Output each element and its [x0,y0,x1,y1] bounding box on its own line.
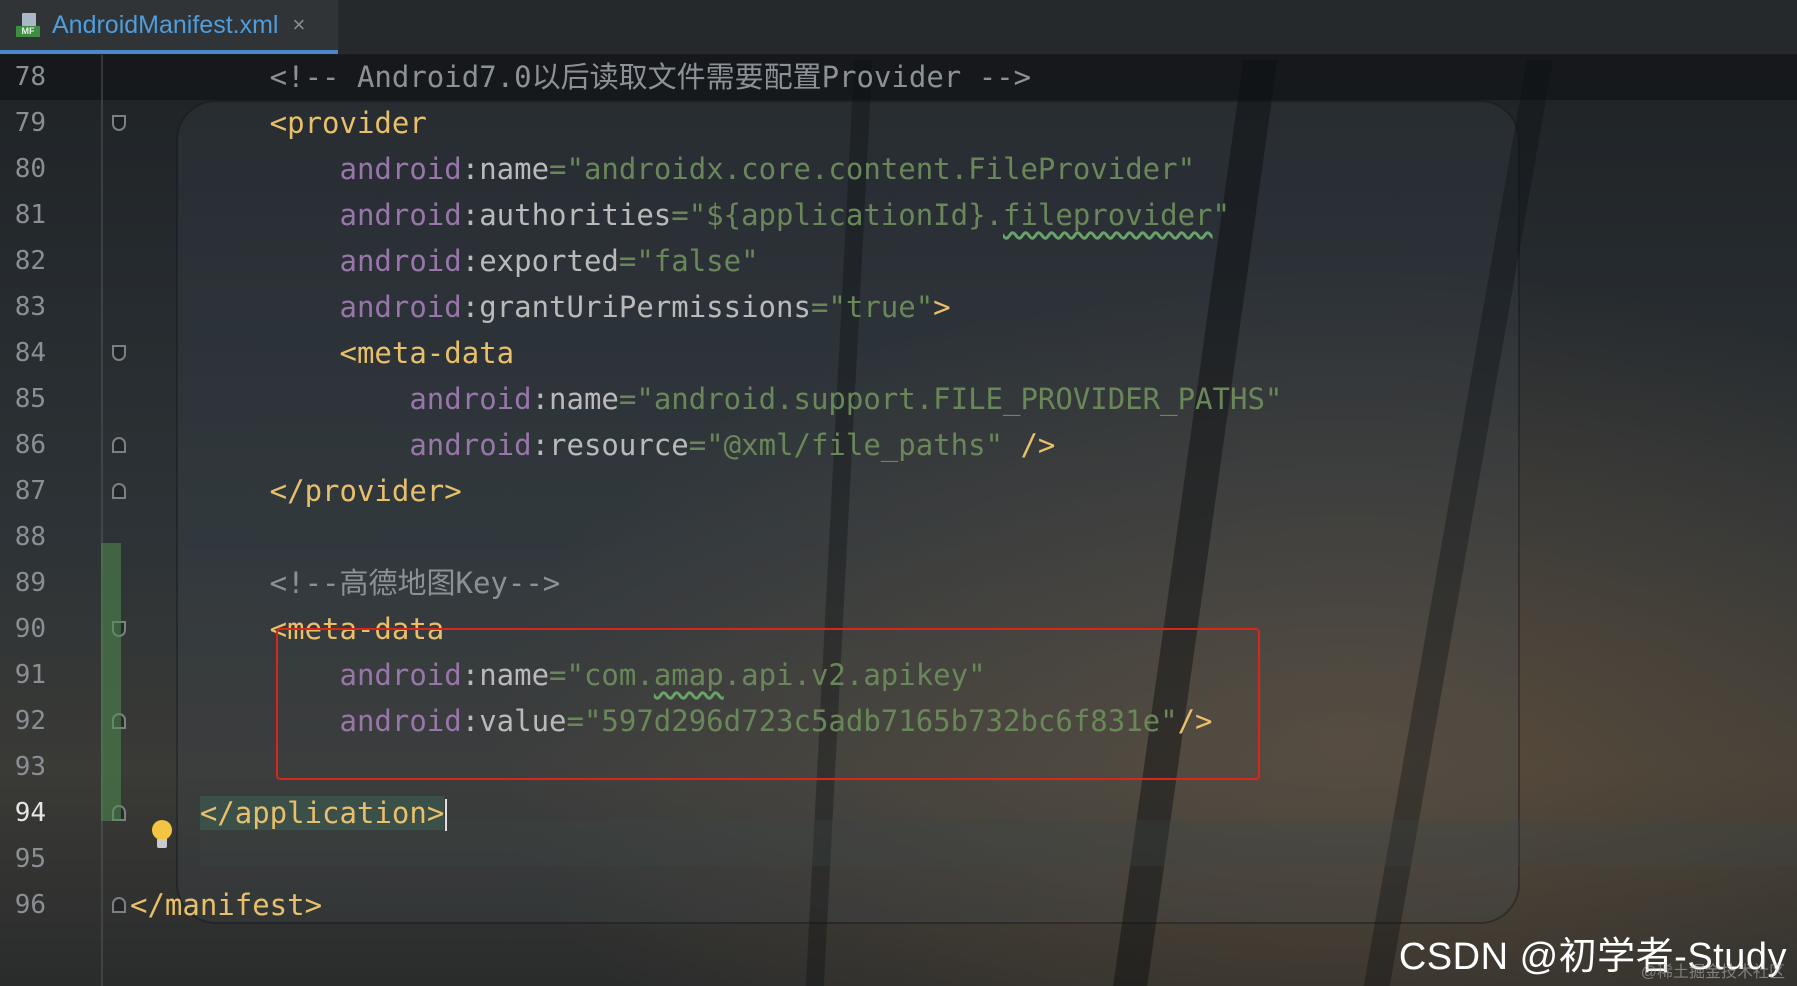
code-token: :authorities [461,198,672,232]
code-token: android [130,244,462,278]
text-caret [445,799,448,831]
manifest-file-icon: MF [16,13,42,37]
close-icon[interactable]: × [292,12,305,38]
code-token: = [618,382,637,416]
editor-tab-bar: MF AndroidManifest.xml × [0,0,1797,55]
code-token: android [130,198,462,232]
code-token: fileprovider [1003,198,1213,232]
annotation-highlight-box [276,628,1260,780]
watermark-sub: @稀土掘金技术社区 [1640,964,1785,981]
code-token: :resource [531,428,689,462]
code-line[interactable]: <!-- Android7.0以后读取文件需要配置Provider --> [130,54,1031,100]
code-token: /> [1003,428,1056,462]
ide-window: MF AndroidManifest.xml × 78 79 80 81 82 83 84 8… [0,0,1797,986]
code-line[interactable]: android:resource="@xml/file_paths" /> [130,422,1055,468]
code-line[interactable]: android:authorities="${applicationId}.fi… [130,192,1230,238]
code-token: <provider [130,106,427,140]
code-token: <!--高德地图Key--> [130,566,561,600]
code-token: :grantUriPermissions [461,290,811,324]
code-line[interactable]: </manifest> [130,882,322,928]
code-token: :name [461,152,550,186]
code-token: "${applicationId}. [688,198,1003,232]
code-token: "android.support.FILE_PROVIDER_PATHS" [636,382,1283,416]
code-line[interactable]: <provider [130,100,427,146]
code-token: = [810,290,829,324]
code-token: "true" [828,290,934,324]
manifest-badge: MF [16,26,40,37]
code-token: :name [531,382,619,416]
code-editor[interactable]: <!-- Android7.0以后读取文件需要配置Provider --> <p… [0,54,1797,986]
code-token: :exported [461,244,619,278]
code-line[interactable]: </application> [130,790,448,836]
code-token: </provider> [130,474,462,508]
code-line[interactable]: <!--高德地图Key--> [130,560,561,606]
code-token: android [130,152,462,186]
code-token: </manifest> [130,888,323,922]
code-token: "@xml/file_paths" [706,428,1003,462]
code-token: = [549,152,567,186]
code-token: = [618,244,637,278]
code-token: android [130,382,532,416]
tab-android-manifest[interactable]: MF AndroidManifest.xml × [0,0,338,54]
code-line[interactable]: android:name="android.support.FILE_PROVI… [130,376,1282,422]
code-token: "false" [636,244,759,278]
code-line[interactable]: <meta-data [130,330,515,376]
code-line[interactable]: android:exported="false" [130,238,759,284]
code-token: " [1212,198,1230,232]
code-token: "androidx.core.content.FileProvider" [566,152,1196,186]
code-line[interactable]: android:grantUriPermissions="true"> [130,284,951,330]
code-token: android [130,290,462,324]
tab-title: AndroidManifest.xml [52,10,279,39]
code-token: <!-- Android7.0以后读取文件需要配置Provider --> [130,60,1032,94]
code-token: <meta-data [130,336,515,370]
code-token: > [933,290,951,324]
code-token: </application> [199,796,445,830]
code-token: android [130,428,532,462]
code-token: = [688,428,707,462]
code-token: = [671,198,689,232]
code-line[interactable]: </provider> [130,468,462,514]
code-line[interactable]: android:name="androidx.core.content.File… [130,146,1196,192]
